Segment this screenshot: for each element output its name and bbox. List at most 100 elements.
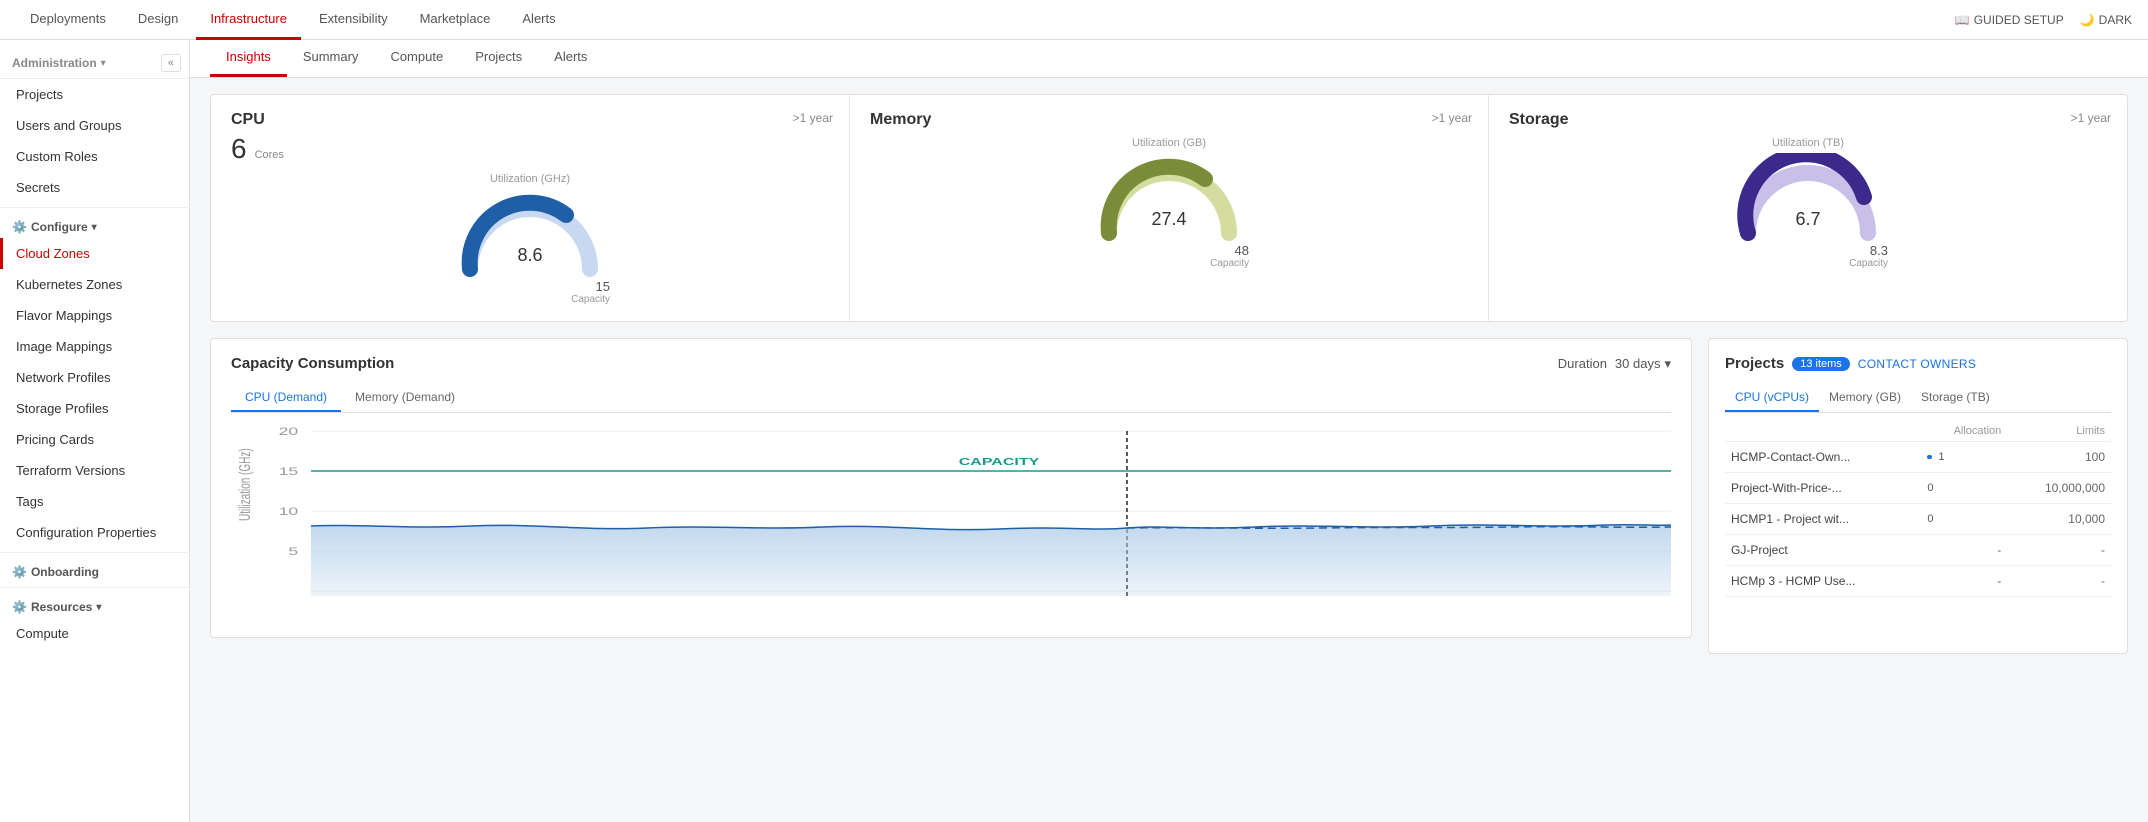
main-content: Insights Summary Compute Projects Alerts… [190,40,2148,822]
nav-design[interactable]: Design [124,0,192,40]
sidebar-item-tags[interactable]: Tags [0,486,189,517]
sidebar-item-network-profiles[interactable]: Network Profiles [0,362,189,393]
tab-projects[interactable]: Projects [459,40,538,77]
sub-navigation: Insights Summary Compute Projects Alerts [190,40,2148,78]
alloc-bar-0 [1927,455,1932,459]
top-nav-right: 📖 GUIDED SETUP 🌙 DARK [1955,13,2132,27]
sidebar-item-config-props[interactable]: Configuration Properties [0,517,189,548]
memory-duration: >1 year [1432,111,1472,125]
sidebar-item-storage-profiles[interactable]: Storage Profiles [0,393,189,424]
storage-title: Storage [1509,111,2107,129]
sidebar-item-cloud-zones[interactable]: Cloud Zones [0,238,189,269]
proj-name-4: HCMp 3 - HCMP Use... [1725,566,1921,597]
proj-name-3: GJ-Project [1725,535,1921,566]
memory-gauge-value: 27.4 [1151,209,1186,229]
svg-text:10: 10 [279,506,299,518]
nav-infrastructure[interactable]: Infrastructure [196,0,301,40]
consumption-title: Capacity Consumption [231,355,394,372]
tab-insights[interactable]: Insights [210,40,287,77]
resources-section-header: ⚙️ Resources ▾ [0,592,189,618]
tab-summary[interactable]: Summary [287,40,375,77]
chart-tab-memory[interactable]: Memory (Demand) [341,384,469,412]
memory-metric-card: Memory >1 year Utilization (GB) 27.4 48 … [850,95,1489,321]
proj-tab-cpu[interactable]: CPU (vCPUs) [1725,384,1819,412]
storage-gauge-svg: 6.7 [1728,153,1888,243]
storage-metric-card: Storage >1 year Utilization (TB) 6.7 8.3 [1489,95,2127,321]
cpu-title: CPU [231,111,829,129]
app-body: Administration ▾ « Projects Users and Gr… [0,40,2148,822]
guided-setup-button[interactable]: 📖 GUIDED SETUP [1955,13,2064,27]
proj-limit-0: 100 [2007,442,2111,473]
tab-compute[interactable]: Compute [374,40,459,77]
duration-value[interactable]: 30 days ▾ [1615,356,1671,372]
cpu-duration: >1 year [793,111,833,125]
sidebar-item-image-mappings[interactable]: Image Mappings [0,331,189,362]
col-limits: Limits [2007,421,2111,442]
col-allocation: Allocation [1921,421,2007,442]
configure-chevron: ▾ [92,222,97,233]
cpu-big-num: 6 [231,133,247,165]
configure-label: Configure [31,220,88,234]
svg-text:CAPACITY: CAPACITY [959,456,1040,467]
memory-gauge-svg: 27.4 [1089,153,1249,243]
nav-marketplace[interactable]: Marketplace [406,0,505,40]
nav-extensibility[interactable]: Extensibility [305,0,402,40]
configure-section-header: ⚙️ Configure ▾ [0,212,189,238]
capacity-chart-svg: 20 15 10 5 Utilization (GHz) CAPACITY [231,421,1671,621]
alloc-bar-container-0: 1 [1927,451,2001,463]
proj-tab-memory[interactable]: Memory (GB) [1819,384,1911,412]
alloc-val-1: 0 [1927,482,1933,494]
capacity-consumption-section: Capacity Consumption Duration 30 days ▾ … [210,338,1692,638]
sidebar-collapse-button[interactable]: « [161,54,181,72]
tab-alerts[interactable]: Alerts [538,40,603,77]
proj-alloc-2: 0 [1921,504,2007,535]
sidebar-item-flavor-mappings[interactable]: Flavor Mappings [0,300,189,331]
storage-capacity-label: Capacity [1849,258,1888,269]
nav-alerts[interactable]: Alerts [508,0,569,40]
metrics-row: CPU >1 year 6 Cores Utilization (GHz) [210,94,2128,322]
chart-tabs: CPU (Demand) Memory (Demand) [231,384,1671,413]
memory-util-label: Utilization (GB) [1132,137,1206,149]
svg-text:20: 20 [279,426,299,438]
consumption-header: Capacity Consumption Duration 30 days ▾ [231,355,1671,372]
projects-title: Projects [1725,355,1784,372]
alloc-bar-container-1: 0 [1927,482,2001,494]
admin-chevron: ▾ [101,58,106,69]
chart-tab-cpu[interactable]: CPU (Demand) [231,384,341,412]
onboarding-section-header: ⚙️ Onboarding [0,557,189,583]
sidebar-item-compute[interactable]: Compute [0,618,189,649]
contact-owners-button[interactable]: CONTACT OWNERS [1858,357,1976,371]
col-name [1725,421,1921,442]
sidebar-item-terraform-versions[interactable]: Terraform Versions [0,455,189,486]
sidebar-item-secrets[interactable]: Secrets [0,172,189,203]
top-navigation: Deployments Design Infrastructure Extens… [0,0,2148,40]
proj-alloc-4: - [1921,566,2007,597]
storage-duration: >1 year [2071,111,2111,125]
sidebar-item-users-groups[interactable]: Users and Groups [0,110,189,141]
storage-gauge: Utilization (TB) 6.7 8.3 Capacity [1509,137,2107,269]
projects-table: Allocation Limits HCMP-Contact-Own... [1725,421,2111,597]
dark-mode-toggle[interactable]: 🌙 DARK [2080,13,2132,27]
sidebar-item-projects[interactable]: Projects [0,79,189,110]
table-row: Project-With-Price-... 0 10,000,000 [1725,473,2111,504]
storage-util-label: Utilization (TB) [1772,137,1844,149]
svg-text:15: 15 [279,466,299,478]
memory-capacity-label: Capacity [1210,258,1249,269]
proj-tab-storage[interactable]: Storage (TB) [1911,384,2000,412]
alloc-val-2: 0 [1927,513,1933,525]
sidebar-item-custom-roles[interactable]: Custom Roles [0,141,189,172]
cpu-gauge-value: 8.6 [517,245,542,265]
proj-alloc-0: 1 [1921,442,2007,473]
sidebar: Administration ▾ « Projects Users and Gr… [0,40,190,822]
sidebar-item-kubernetes-zones[interactable]: Kubernetes Zones [0,269,189,300]
cpu-capacity-info: 15 Capacity [450,279,610,305]
sidebar-item-pricing-cards[interactable]: Pricing Cards [0,424,189,455]
memory-title: Memory [870,111,1468,129]
nav-deployments[interactable]: Deployments [16,0,120,40]
proj-limit-1: 10,000,000 [2007,473,2111,504]
storage-capacity-val: 8.3 [1870,243,1888,258]
cpu-gauge-svg: 8.6 [450,189,610,279]
storage-gauge-value: 6.7 [1795,209,1820,229]
duration-selector: Duration 30 days ▾ [1558,356,1671,372]
alloc-val-0: 1 [1938,451,1944,463]
